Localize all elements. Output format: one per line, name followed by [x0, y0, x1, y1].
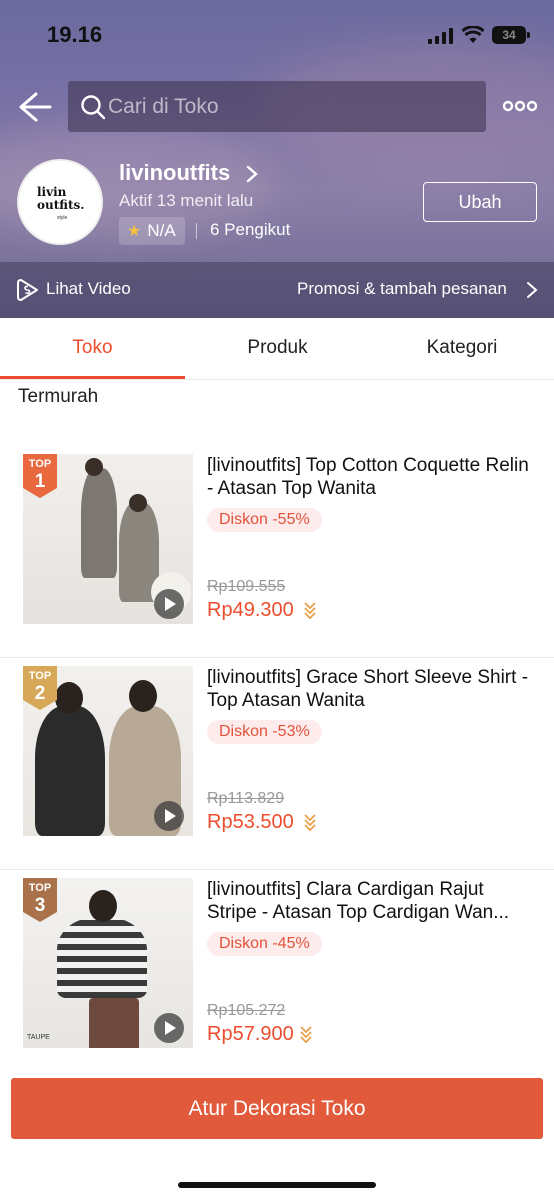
chevron-right-icon[interactable]	[245, 164, 259, 184]
active-tab-indicator	[0, 376, 185, 379]
cellular-signal-icon	[428, 28, 454, 44]
tab-produk[interactable]: Produk	[185, 318, 370, 380]
product-image[interactable]: TOP 1	[23, 454, 193, 624]
shop-active-status: Aktif 13 menit lalu	[119, 191, 254, 210]
product-title[interactable]: [livinoutfits] Grace Short Sleeve Shirt …	[207, 666, 537, 712]
sale-price: Rp57.900	[207, 1023, 294, 1045]
model-figure	[35, 706, 105, 836]
tab-kategori[interactable]: Kategori	[370, 318, 554, 380]
status-time: 19.16	[47, 22, 103, 47]
model-figure	[129, 494, 147, 512]
price-drop-icon	[304, 602, 316, 619]
rank-label: TOP	[28, 670, 52, 682]
promo-link[interactable]: Promosi & tambah pesanan	[297, 279, 507, 299]
image-caption: TAUPE	[27, 1034, 50, 1041]
shop-name[interactable]: livinoutfits	[119, 160, 230, 186]
product-image[interactable]: TAUPE TOP 3	[23, 878, 193, 1048]
product-image[interactable]: TOP 2	[23, 666, 193, 836]
product-title[interactable]: [livinoutfits] Clara Cardigan Rajut Stri…	[207, 878, 537, 924]
edit-shop-button[interactable]: Ubah	[423, 182, 537, 222]
home-indicator[interactable]	[178, 1182, 376, 1188]
shop-rating-value: N/A	[147, 221, 176, 240]
play-video-icon[interactable]	[154, 801, 184, 831]
model-figure	[85, 458, 103, 476]
price-drop-icon	[304, 814, 316, 831]
model-figure	[81, 468, 117, 578]
sale-price: Rp49.300	[207, 599, 294, 621]
rank-number: 3	[34, 895, 46, 916]
model-figure	[129, 680, 157, 712]
divider	[196, 223, 197, 239]
sale-price: Rp53.500	[207, 811, 294, 833]
video-icon[interactable]	[16, 278, 40, 302]
wifi-icon	[462, 26, 484, 43]
product-title[interactable]: [livinoutfits] Top Cotton Coquette Relin…	[207, 454, 537, 500]
chevron-right-icon[interactable]	[525, 280, 539, 300]
price-drop-icon	[300, 1026, 312, 1043]
shop-rating-chip: ★ N/A	[119, 217, 185, 245]
more-options-icon[interactable]	[502, 94, 538, 118]
model-figure	[57, 918, 147, 998]
shop-avatar[interactable]: livin outfits. style	[17, 159, 103, 245]
search-icon	[81, 95, 106, 120]
rank-number: 2	[34, 683, 46, 704]
tab-toko[interactable]: Toko	[0, 318, 185, 380]
decorate-shop-button[interactable]: Atur Dekorasi Toko	[11, 1078, 543, 1139]
shop-header: 19.16 34 livin outfits. style livinoutfi…	[0, 0, 554, 318]
original-price: Rp109.555	[207, 578, 286, 595]
star-icon: ★	[127, 223, 142, 240]
model-figure	[89, 998, 139, 1048]
play-video-icon[interactable]	[154, 589, 184, 619]
play-video-icon[interactable]	[154, 1013, 184, 1043]
shop-logo-subtext: style	[57, 215, 68, 221]
shop-tabs: Toko Produk Kategori	[0, 318, 554, 380]
product-card[interactable]: TOP 2 [livinoutfits] Grace Short Sleeve …	[0, 658, 554, 870]
top-rank-badge: TOP 3	[23, 878, 57, 922]
section-title: Termurah	[18, 386, 99, 407]
discount-badge: Diskon -55%	[207, 508, 322, 532]
shop-logo-text: livin outfits.	[37, 185, 85, 212]
top-rank-badge: TOP 2	[23, 666, 57, 710]
status-bar: 19.16 34	[0, 0, 554, 72]
model-figure	[89, 890, 117, 922]
original-price: Rp105.272	[207, 1002, 286, 1019]
search-input[interactable]	[108, 90, 468, 124]
discount-badge: Diskon -53%	[207, 720, 322, 744]
shop-followers: 6 Pengikut	[210, 220, 291, 239]
battery-icon: 34	[492, 26, 530, 44]
original-price: Rp113.829	[207, 790, 285, 807]
top-rank-badge: TOP 1	[23, 454, 57, 498]
product-card[interactable]: TAUPE TOP 3 [livinoutfits] Clara Cardiga…	[0, 870, 554, 1060]
back-arrow-icon[interactable]	[16, 88, 56, 128]
watch-video-link[interactable]: Lihat Video	[46, 279, 131, 299]
model-figure	[55, 682, 83, 714]
video-promo-bar: Lihat Video Promosi & tambah pesanan	[0, 262, 554, 318]
product-card[interactable]: TOP 1 [livinoutfits] Top Cotton Coquette…	[0, 446, 554, 658]
rank-number: 1	[34, 471, 46, 492]
shop-search-bar[interactable]	[68, 81, 486, 132]
discount-badge: Diskon -45%	[207, 932, 322, 956]
rank-label: TOP	[28, 882, 52, 894]
rank-label: TOP	[28, 458, 52, 470]
